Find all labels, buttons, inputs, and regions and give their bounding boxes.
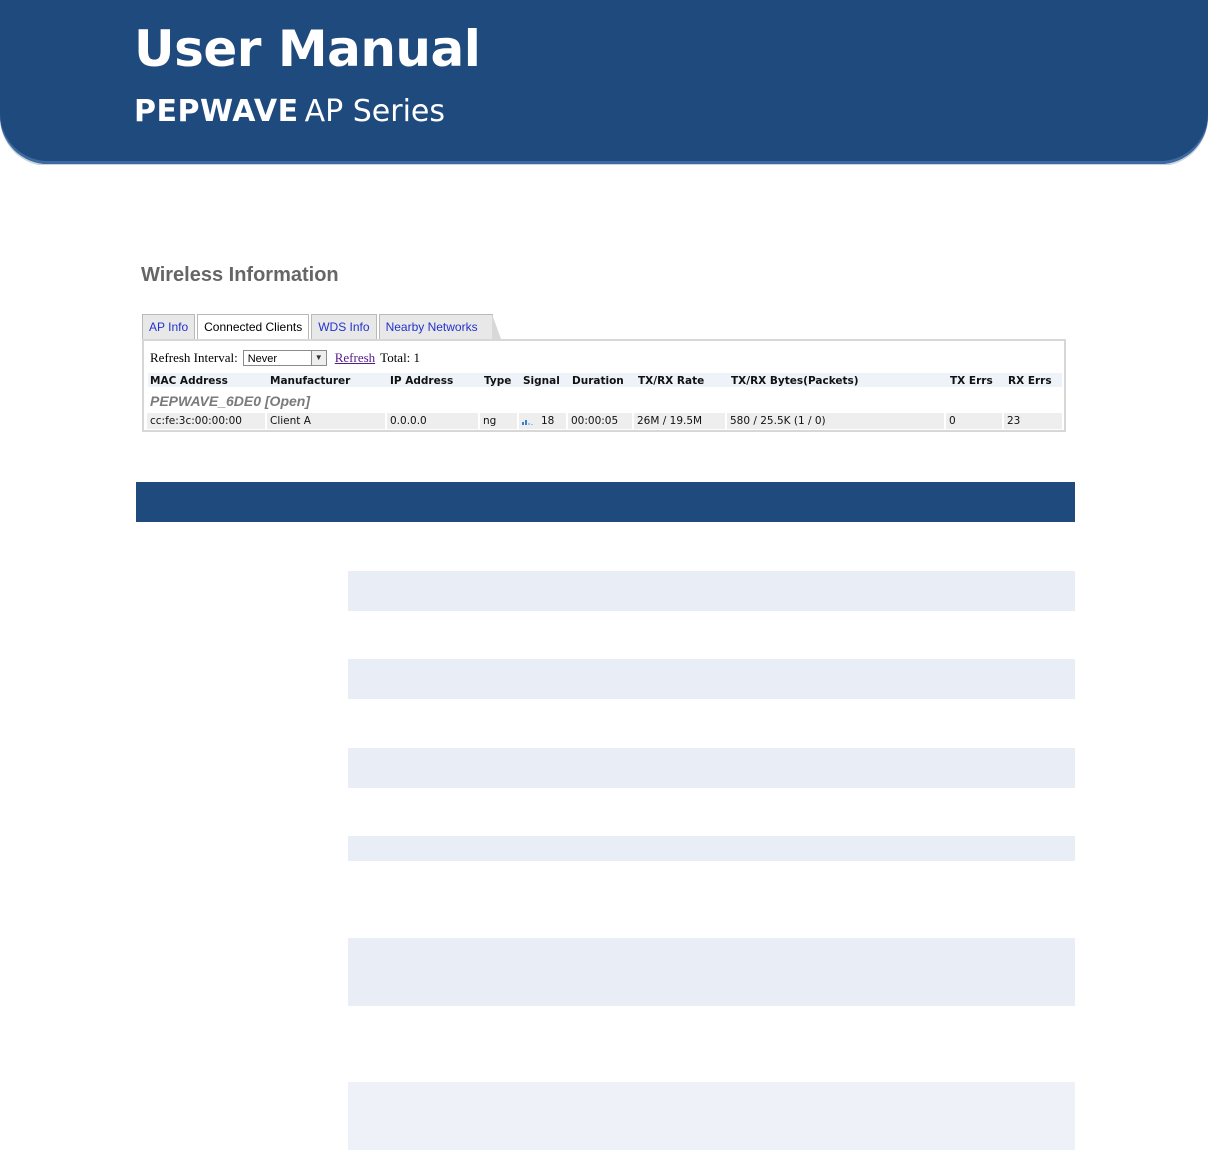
ssid-group-label: PEPWAVE_6DE0 [Open] <box>150 393 311 409</box>
tab-ap-info[interactable]: AP Info <box>142 314 196 339</box>
table-stripe-row <box>348 571 1075 611</box>
table-header-bar <box>136 482 1075 522</box>
cell-ip: 0.0.0.0 <box>387 413 478 429</box>
refresh-interval-select[interactable]: Never ▼ <box>242 350 327 366</box>
signal-strength-icon <box>522 417 536 425</box>
table-stripe-row <box>348 836 1075 861</box>
page-title: Wireless Information <box>141 264 339 286</box>
col-type: Type <box>484 375 512 387</box>
col-manufacturer: Manufacturer <box>270 375 351 387</box>
cell-mac: cc:fe:3c:00:00:00 <box>147 413 265 429</box>
col-ip-address: IP Address <box>390 375 454 387</box>
dropdown-arrow-icon[interactable]: ▼ <box>310 351 326 365</box>
cell-duration: 00:00:05 <box>568 413 632 429</box>
cell-bytes: 580 / 25.5K (1 / 0) <box>727 413 944 429</box>
cell-type: ng <box>480 413 517 429</box>
cell-manufacturer: Client A <box>267 413 385 429</box>
col-txrx-rate: TX/RX Rate <box>638 375 705 387</box>
cell-signal: 18 <box>519 413 566 429</box>
manual-title: User Manual <box>134 20 481 78</box>
clients-panel: Refresh Interval: Never ▼ Refresh Total:… <box>142 339 1066 432</box>
brand-name: PEPWAVE <box>134 94 299 129</box>
col-rx-errs: RX Errs <box>1008 375 1052 387</box>
cell-rx-errs: 23 <box>1004 413 1062 429</box>
series-name: AP Series <box>304 94 446 129</box>
refresh-link[interactable]: Refresh <box>335 350 375 366</box>
cell-rate: 26M / 19.5M <box>634 413 725 429</box>
refresh-interval-value: Never <box>247 353 278 365</box>
col-duration: Duration <box>572 375 624 387</box>
table-stripe-row <box>348 938 1075 1006</box>
col-mac-address: MAC Address <box>150 375 228 387</box>
refresh-row: Refresh Interval: Never ▼ Refresh Total:… <box>150 350 420 366</box>
refresh-interval-label: Refresh Interval: <box>150 350 238 365</box>
tab-connected-clients[interactable]: Connected Clients <box>197 314 310 341</box>
signal-value: 18 <box>541 415 555 427</box>
col-txrx-bytes: TX/RX Bytes(Packets) <box>731 375 859 387</box>
total-count: Total: 1 <box>380 350 421 365</box>
table-stripe-row <box>348 748 1075 788</box>
col-signal: Signal <box>523 375 560 387</box>
manual-subtitle: PEPWAVE AP Series <box>134 94 445 129</box>
tab-bar: AP Info Connected Clients WDS Info Nearb… <box>142 314 501 341</box>
header-banner: User Manual PEPWAVE AP Series <box>0 0 1210 165</box>
table-stripe-row <box>348 1082 1075 1150</box>
tab-wds-info[interactable]: WDS Info <box>311 314 377 339</box>
col-tx-errs: TX Errs <box>950 375 993 387</box>
table-stripe-row <box>348 659 1075 699</box>
tab-nearby-networks[interactable]: Nearby Networks <box>378 314 501 339</box>
cell-tx-errs: 0 <box>946 413 1002 429</box>
